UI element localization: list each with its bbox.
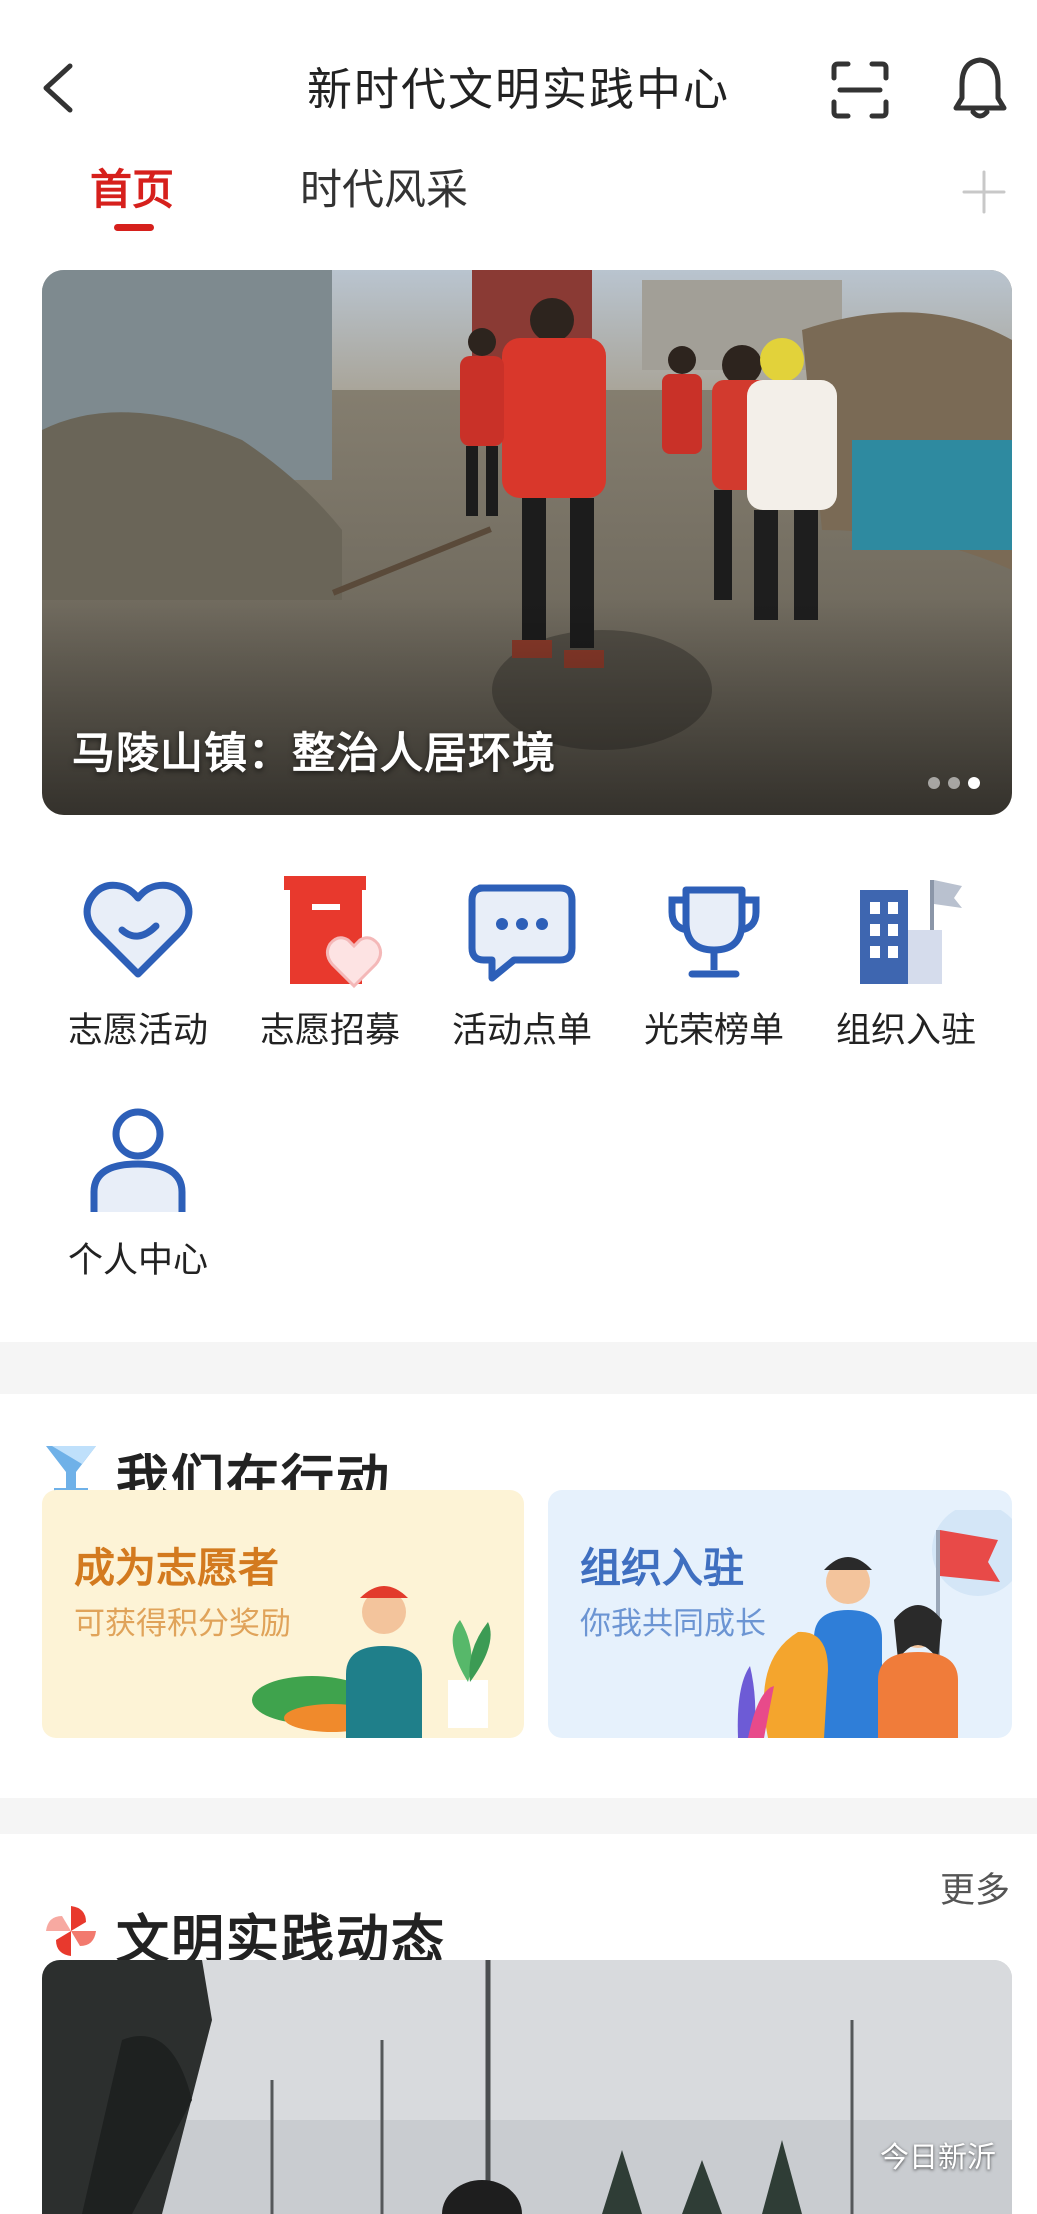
bell-icon bbox=[953, 57, 1007, 119]
watermark-text: 今日新沂 bbox=[880, 2140, 997, 2174]
volunteer-illustration bbox=[252, 1586, 491, 1738]
menu-label: 活动点单 bbox=[451, 1011, 592, 1051]
person-icon bbox=[90, 1108, 186, 1212]
section-divider bbox=[0, 1342, 1037, 1394]
menu-label: 组织入驻 bbox=[835, 1011, 976, 1051]
tab-home[interactable]: 首页 bbox=[90, 160, 190, 220]
top-bar: 新时代文明实践中心 bbox=[0, 0, 1037, 160]
banner-caption: 马陵山镇：整治人居环境 bbox=[72, 729, 556, 779]
menu-honor-list[interactable]: 光荣榜单 bbox=[618, 870, 810, 1070]
scan-icon bbox=[831, 61, 889, 119]
banner-carousel[interactable]: 马陵山镇：整治人居环境 bbox=[42, 270, 1012, 815]
menu-label: 光荣榜单 bbox=[643, 1011, 784, 1051]
scan-button[interactable] bbox=[828, 58, 892, 122]
menu-label: 个人中心 bbox=[67, 1241, 208, 1281]
card-title: 成为志愿者 bbox=[74, 1544, 279, 1592]
active-tab-indicator bbox=[114, 224, 154, 231]
news-thumbnail[interactable] bbox=[42, 1960, 1012, 2214]
recruit-heart-icon bbox=[284, 876, 383, 989]
tab-era-style[interactable]: 时代风采 bbox=[300, 160, 480, 220]
chat-bubble-icon bbox=[468, 884, 576, 982]
carousel-dot-active[interactable] bbox=[968, 777, 980, 789]
card-become-volunteer[interactable]: 成为志愿者 可获得积分奖励 bbox=[42, 1490, 524, 1738]
trophy-icon bbox=[668, 886, 760, 978]
card-org-join[interactable]: 组织入驻 你我共同成长 bbox=[548, 1490, 1012, 1738]
section-divider bbox=[0, 1798, 1037, 1834]
carousel-dot[interactable] bbox=[948, 777, 960, 789]
menu-volunteer-activity[interactable]: 志愿活动 bbox=[42, 870, 234, 1070]
more-link[interactable]: 更多 bbox=[940, 1862, 1010, 1913]
news-photo bbox=[42, 1960, 1012, 2214]
carousel-dot[interactable] bbox=[928, 777, 940, 789]
menu-volunteer-recruit[interactable]: 志愿招募 bbox=[234, 870, 426, 1070]
pinwheel-icon bbox=[42, 1902, 100, 1960]
plus-icon bbox=[962, 170, 1006, 214]
menu-label: 志愿招募 bbox=[259, 1011, 400, 1051]
menu-org-join[interactable]: 组织入驻 bbox=[810, 870, 1002, 1070]
building-flag-icon bbox=[860, 880, 962, 984]
card-title: 组织入驻 bbox=[580, 1544, 744, 1592]
menu-label: 志愿活动 bbox=[67, 1011, 208, 1051]
heart-smile-icon bbox=[83, 881, 193, 978]
menu-activity-order[interactable]: 活动点单 bbox=[426, 870, 618, 1070]
organization-illustration bbox=[737, 1510, 1012, 1738]
add-tab-button[interactable] bbox=[960, 168, 1008, 216]
notification-button[interactable] bbox=[950, 54, 1010, 122]
menu-personal-center[interactable]: 个人中心 bbox=[42, 1100, 234, 1300]
